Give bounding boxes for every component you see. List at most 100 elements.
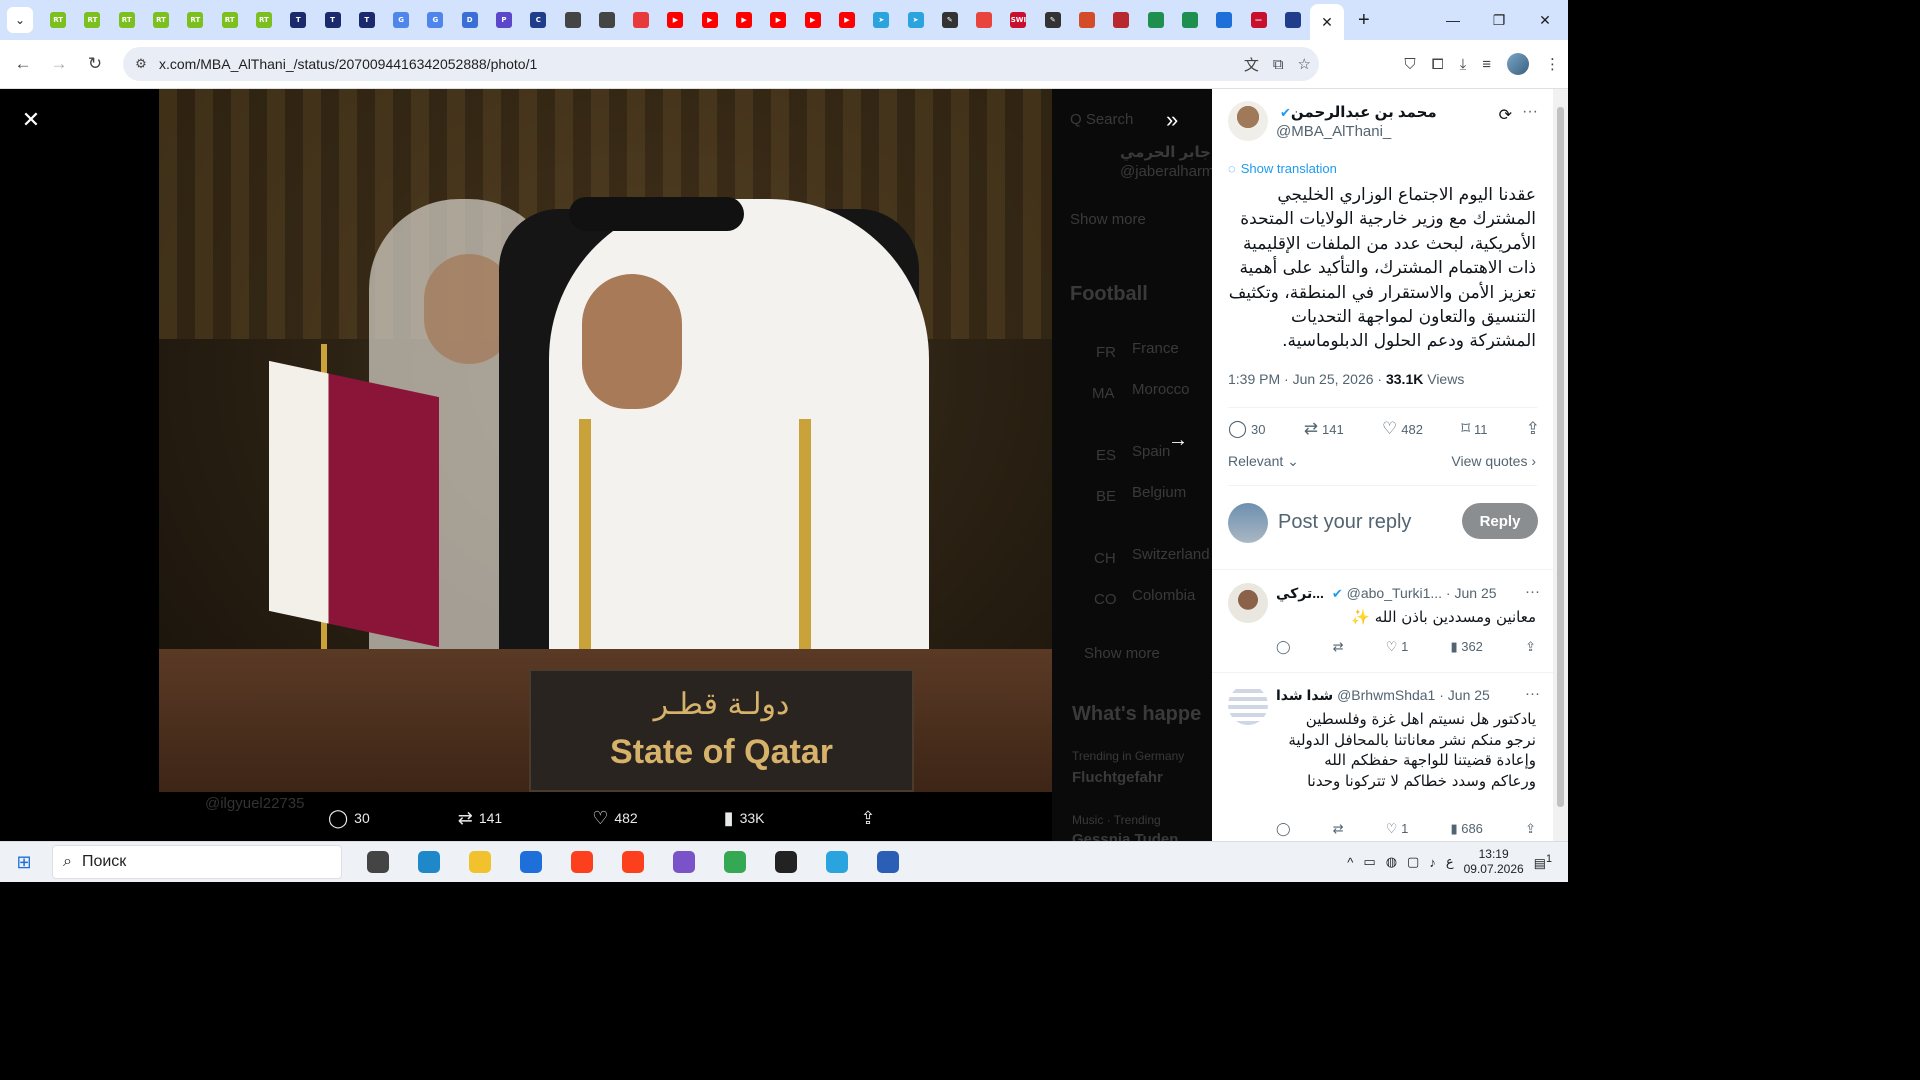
show-translation-link[interactable]: ◌ Show translation	[1228, 161, 1337, 176]
battery-icon[interactable]: ▭	[1363, 854, 1375, 870]
browser-tab[interactable]: P	[487, 0, 521, 40]
view-quotes-link[interactable]: View quotes ›	[1451, 453, 1536, 469]
browser-tab[interactable]: ▶	[727, 0, 761, 40]
tweet-photo[interactable]: دولـة قطـر State of Qatar	[159, 89, 1052, 792]
browser-tab[interactable]	[1173, 0, 1207, 40]
reply-avatar[interactable]	[1228, 583, 1268, 623]
share-icon[interactable]: ⇪	[1525, 639, 1536, 655]
browser-tab[interactable]: T	[350, 0, 384, 40]
browser-tab[interactable]	[967, 0, 1001, 40]
kebab-menu-icon[interactable]: ⋮	[1545, 55, 1560, 73]
browser-tab[interactable]: RT	[247, 0, 281, 40]
browser-tab[interactable]: ➤	[864, 0, 898, 40]
browser-tab[interactable]	[1070, 0, 1104, 40]
chevron-up-icon[interactable]: ^	[1347, 855, 1353, 870]
scrollbar-thumb[interactable]	[1557, 107, 1564, 807]
address-bar[interactable]: ⚙ x.com/MBA_AlThani_/status/207009441634…	[123, 47, 1319, 81]
collapse-panel-button[interactable]: »	[1166, 107, 1178, 133]
taskbar-app[interactable]	[403, 842, 454, 882]
close-window-button[interactable]: ✕	[1522, 0, 1568, 40]
browser-tab[interactable]: SWI	[1001, 0, 1035, 40]
browser-tab[interactable]: —	[1241, 0, 1275, 40]
profile-avatar[interactable]	[1507, 53, 1529, 75]
browser-tab[interactable]: ▶	[693, 0, 727, 40]
download-icon[interactable]: ⤓	[1460, 56, 1467, 73]
forward-button[interactable]: →	[41, 46, 77, 82]
viewer-like-button[interactable]: ♡ 482	[592, 808, 638, 829]
browser-tab[interactable]: D	[453, 0, 487, 40]
viewer-views-button[interactable]: ▮ 33K	[724, 808, 765, 829]
browser-tab[interactable]: G	[418, 0, 452, 40]
like-button[interactable]: ♡ 1	[1386, 821, 1409, 837]
taskbar-app[interactable]	[709, 842, 760, 882]
browser-tab[interactable]: ▶	[658, 0, 692, 40]
more-options-icon[interactable]: ···	[1522, 103, 1538, 121]
volume-icon[interactable]: ♪	[1429, 855, 1436, 870]
language-indicator[interactable]: ع	[1446, 854, 1454, 870]
minimize-button[interactable]: —	[1430, 0, 1476, 40]
shield-icon[interactable]: ⛉	[1404, 56, 1415, 73]
reply-item[interactable]: شدا شدا @BrhwmShda1 · Jun 25 ··· يادكتور…	[1228, 685, 1540, 841]
browser-tab[interactable]: ✎	[933, 0, 967, 40]
extensions-icon[interactable]: ⧠	[1432, 56, 1444, 73]
browser-tab[interactable]	[1139, 0, 1173, 40]
taskbar-search[interactable]: ⌕ Поиск	[52, 845, 342, 879]
views-button[interactable]: ▮ 362	[1450, 639, 1482, 655]
browser-tab[interactable]	[1207, 0, 1241, 40]
page-scrollbar[interactable]	[1553, 89, 1568, 841]
author-name[interactable]: محمد بن عبدالرحمن	[1291, 104, 1437, 121]
author-name-row[interactable]: محمد بن عبدالرحمن✔	[1276, 103, 1437, 121]
network-icon[interactable]: ◍	[1386, 854, 1397, 870]
active-tab[interactable]: ✕	[1309, 4, 1344, 40]
viewer-share-button[interactable]: ⇪	[861, 808, 876, 829]
browser-tab[interactable]: RT	[75, 0, 109, 40]
taskbar-app[interactable]	[556, 842, 607, 882]
viewer-reply-button[interactable]: ◯ 30	[328, 808, 370, 829]
like-button[interactable]: ♡ 482	[1382, 419, 1423, 439]
views-button[interactable]: ▮ 686	[1450, 821, 1482, 837]
reply-submit-button[interactable]: Reply	[1462, 503, 1538, 539]
user-avatar[interactable]	[1228, 503, 1268, 543]
reply-handle[interactable]: @abo_Turki1...	[1347, 585, 1442, 601]
author-avatar[interactable]	[1228, 101, 1268, 141]
reply-item[interactable]: تركي... ✔ @abo_Turki1... · Jun 25 ··· مع…	[1228, 583, 1540, 663]
grok-icon[interactable]: ⟳	[1499, 105, 1512, 125]
browser-tab[interactable]: ▶	[761, 0, 795, 40]
install-app-icon[interactable]: ⧉	[1273, 56, 1284, 73]
tab-search-button[interactable]: ⌄	[7, 7, 33, 33]
reload-button[interactable]: ↻	[77, 46, 113, 82]
site-info-icon[interactable]: ⚙	[123, 56, 159, 72]
browser-tab[interactable]: ✎	[1036, 0, 1070, 40]
browser-tab[interactable]: G	[384, 0, 418, 40]
reply-button[interactable]: ◯	[1276, 639, 1291, 655]
notifications-button[interactable]: ▤1	[1534, 853, 1552, 871]
repost-button[interactable]: ⇄	[1333, 639, 1344, 655]
bookmark-star-icon[interactable]: ☆	[1298, 55, 1311, 73]
new-tab-button[interactable]: +	[1358, 9, 1370, 32]
browser-tab[interactable]: RT	[110, 0, 144, 40]
browser-tab[interactable]	[1104, 0, 1138, 40]
share-button[interactable]: ⇪	[1526, 419, 1540, 439]
translate-icon[interactable]: 文	[1244, 54, 1259, 75]
clock[interactable]: 13:19 09.07.2026	[1464, 847, 1524, 877]
start-button[interactable]: ⊞	[0, 842, 48, 882]
browser-tab[interactable]: RT	[41, 0, 75, 40]
reply-input[interactable]: Post your reply	[1278, 511, 1411, 534]
close-tab-icon[interactable]: ✕	[1321, 14, 1333, 31]
browser-tab[interactable]: ➤	[898, 0, 932, 40]
taskbar-app[interactable]	[811, 842, 862, 882]
reply-avatar[interactable]	[1228, 685, 1268, 725]
share-icon[interactable]: ⇪	[1525, 821, 1536, 837]
browser-tab[interactable]	[590, 0, 624, 40]
browser-tab[interactable]: T	[281, 0, 315, 40]
bookmark-button[interactable]: ⌑ 11	[1461, 419, 1487, 439]
taskbar-app[interactable]	[505, 842, 556, 882]
browser-tab[interactable]: ▶	[796, 0, 830, 40]
taskbar-app[interactable]	[760, 842, 811, 882]
back-button[interactable]: ←	[5, 46, 41, 82]
sort-dropdown[interactable]: Relevant ⌄	[1228, 453, 1299, 469]
reply-author-name[interactable]: تركي...	[1276, 585, 1324, 601]
browser-tab[interactable]	[624, 0, 658, 40]
browser-tab[interactable]: T	[315, 0, 349, 40]
repost-button[interactable]: ⇄	[1333, 821, 1344, 837]
